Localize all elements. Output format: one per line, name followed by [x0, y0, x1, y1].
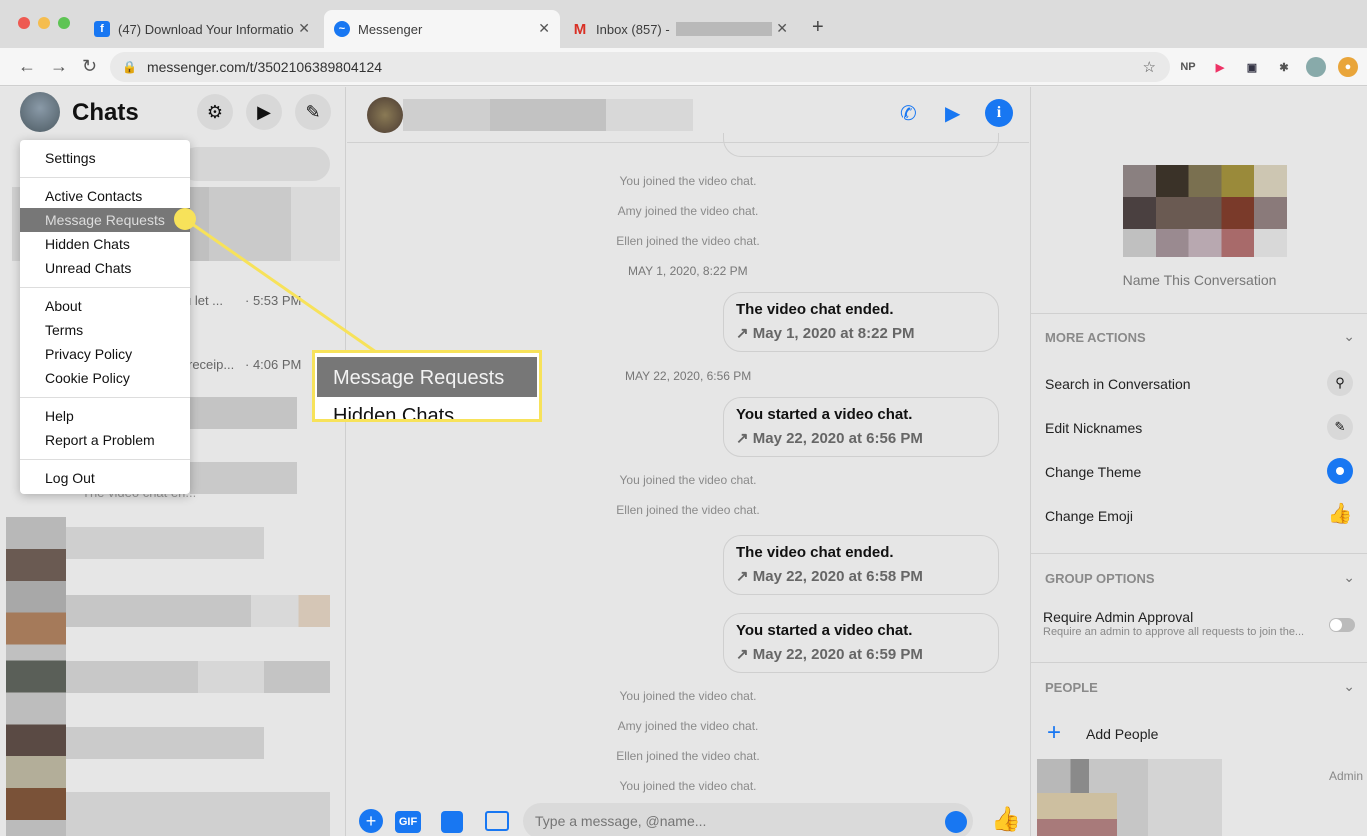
zoom-callout: Message Requests Hidden Chats	[312, 350, 542, 422]
callout-highlight-label: Message Requests	[317, 357, 537, 397]
callout-leader-line	[174, 208, 377, 354]
callout-next-label: Hidden Chats	[333, 405, 455, 422]
